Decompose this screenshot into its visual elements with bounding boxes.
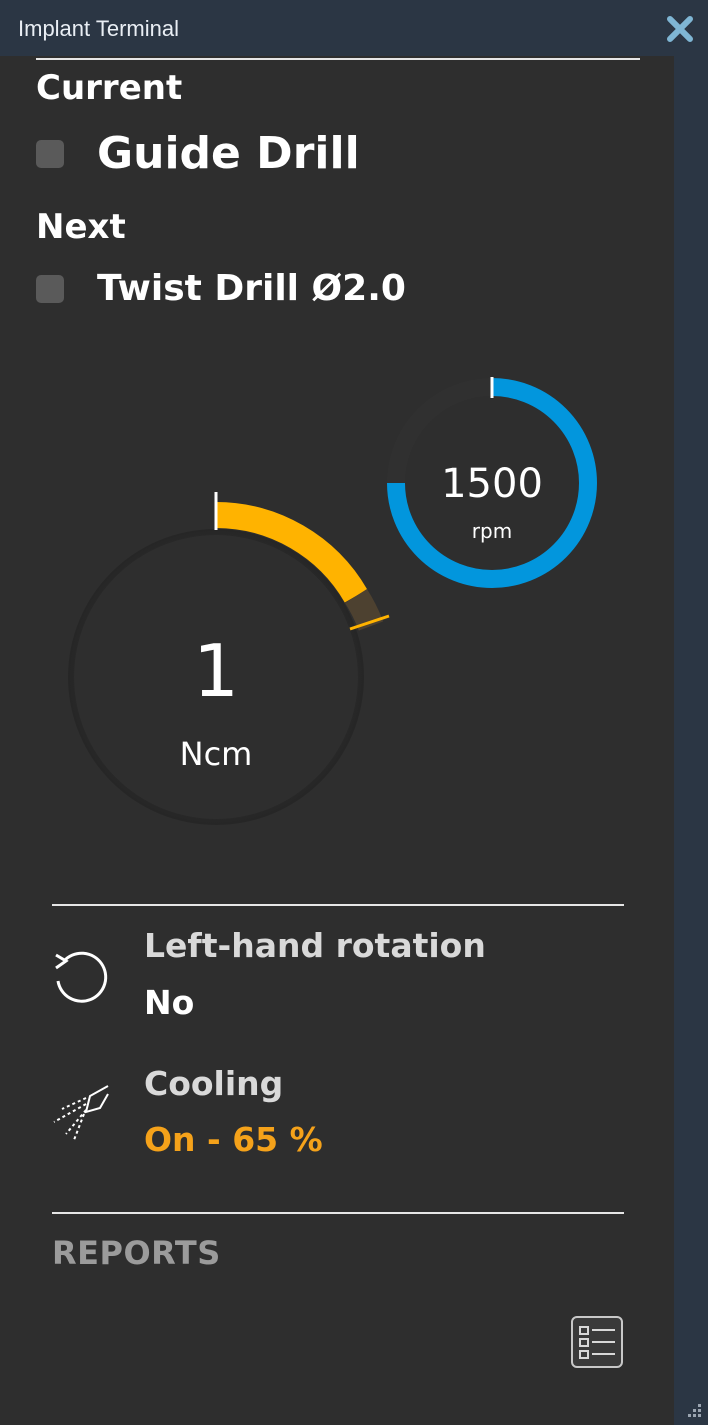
resize-grip-icon[interactable] [682,1398,704,1420]
bottom-divider [52,1212,624,1214]
cooling-value: On - 65 % [144,1120,323,1159]
reports-label: REPORTS [52,1234,221,1272]
gauges: 1500 rpm 1 Ncm [68,377,597,825]
checklist-icon [579,1326,615,1359]
rotation-value: No [144,983,195,1022]
spray-icon [53,1085,109,1141]
rotation-label: Left-hand rotation [144,926,486,965]
speed-unit: rpm [472,519,512,543]
rotate-left-icon [55,951,108,1003]
cooling-label: Cooling [144,1064,284,1103]
torque-unit: Ncm [180,735,253,773]
speed-gauge: 1500 rpm [387,377,597,588]
torque-gauge: 1 Ncm [68,492,390,825]
torque-value: 1 [193,629,239,713]
speed-value: 1500 [441,461,543,507]
reports-button[interactable] [571,1316,623,1368]
middle-divider [52,904,624,906]
